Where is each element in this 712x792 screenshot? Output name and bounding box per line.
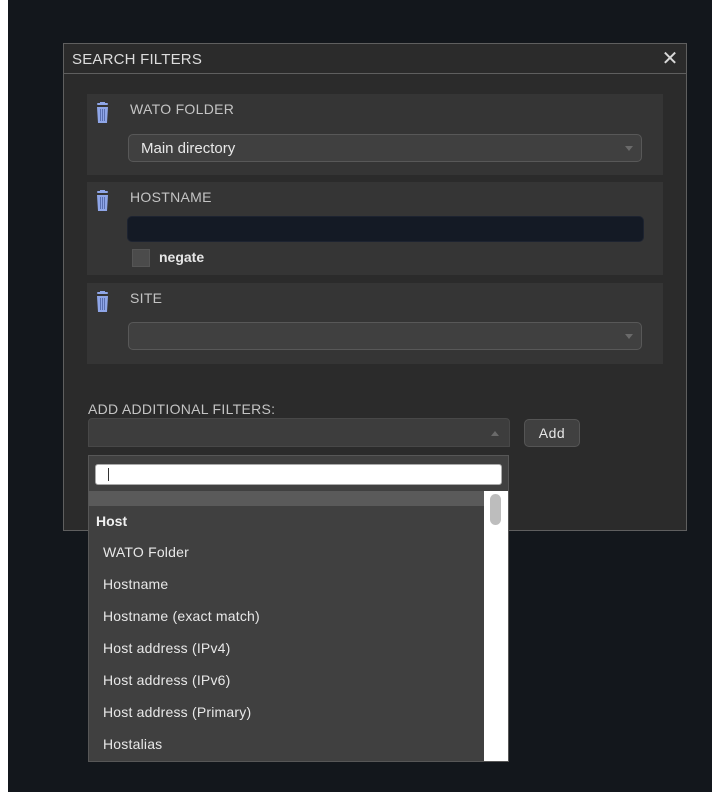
- filter-hostname: HOSTNAME negate: [87, 182, 663, 275]
- text-caret: [108, 468, 109, 481]
- filter-wato-folder: WATO FOLDER Main directory: [87, 94, 663, 175]
- chevron-up-icon: [491, 431, 499, 436]
- dialog-title: SEARCH FILTERS: [72, 51, 203, 68]
- option-host-address-ipv4[interactable]: Host address (IPv4): [89, 632, 485, 664]
- dropdown-search-input[interactable]: [95, 464, 502, 485]
- site-select[interactable]: [128, 322, 642, 350]
- option-host-address-primary[interactable]: Host address (Primary): [89, 696, 485, 728]
- wato-folder-select[interactable]: Main directory: [128, 134, 642, 162]
- add-filter-select[interactable]: [88, 418, 510, 447]
- add-button[interactable]: Add: [524, 419, 580, 447]
- negate-label: negate: [159, 249, 205, 265]
- filter-label-hostname: HOSTNAME: [130, 189, 212, 205]
- add-filters-label: ADD ADDITIONAL FILTERS:: [88, 401, 276, 417]
- dropdown-options-list: Host WATO Folder Hostname Hostname (exac…: [89, 491, 485, 761]
- option-hostname-exact[interactable]: Hostname (exact match): [89, 600, 485, 632]
- wato-folder-select-value: Main directory: [141, 140, 236, 157]
- option-host-address-ipv6[interactable]: Host address (IPv6): [89, 664, 485, 696]
- option-hostname[interactable]: Hostname: [89, 568, 485, 600]
- scrollbar-thumb[interactable]: [490, 494, 501, 525]
- option-hostalias[interactable]: Hostalias: [89, 728, 485, 760]
- add-filter-dropdown: Host WATO Folder Hostname Hostname (exac…: [88, 455, 509, 762]
- filter-site: SITE: [87, 283, 663, 364]
- chevron-down-icon: [625, 334, 633, 339]
- option-wato-folder[interactable]: WATO Folder: [89, 536, 485, 568]
- chevron-down-icon: [625, 146, 633, 151]
- option-empty[interactable]: [89, 491, 485, 506]
- option-group-host: Host: [96, 513, 128, 529]
- trash-icon[interactable]: [95, 102, 110, 124]
- negate-checkbox[interactable]: [132, 249, 150, 267]
- trash-icon[interactable]: [95, 291, 110, 313]
- filter-label-wato-folder: WATO FOLDER: [130, 101, 235, 117]
- hostname-input[interactable]: [127, 216, 644, 242]
- dropdown-scrollbar[interactable]: [484, 491, 508, 761]
- dialog-titlebar: SEARCH FILTERS ✕: [64, 44, 686, 74]
- trash-icon[interactable]: [95, 190, 110, 212]
- filter-label-site: SITE: [130, 290, 163, 306]
- close-icon[interactable]: ✕: [660, 47, 680, 69]
